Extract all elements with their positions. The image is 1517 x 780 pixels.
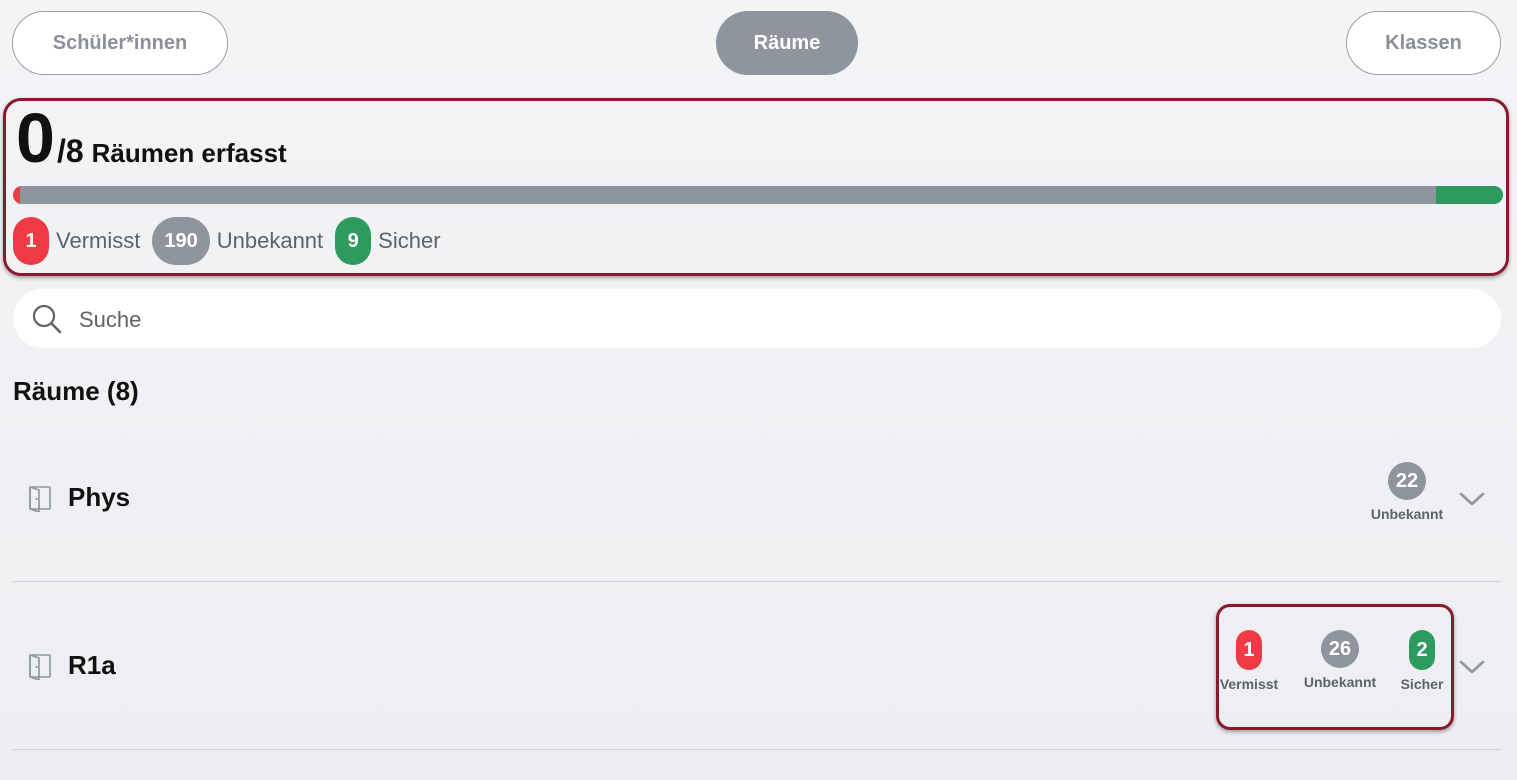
unknown-label: Unbekannt: [1303, 674, 1377, 690]
room-name: Phys: [68, 482, 131, 512]
unknown-count-badge: 22: [1388, 462, 1426, 500]
search-icon: [32, 304, 62, 334]
progress-unknown-segment: [20, 186, 1436, 204]
room-stat-safe: 2 Sicher: [1377, 630, 1467, 692]
room-stat-unknown: 22 Unbekannt: [1362, 462, 1452, 522]
rooms-captured-count: 0 /8 Räumen erfasst: [16, 103, 287, 173]
search-input[interactable]: [77, 289, 1481, 350]
chevron-down-icon[interactable]: [1457, 658, 1487, 676]
missing-count-badge: 1: [13, 217, 49, 265]
chevron-down-icon[interactable]: [1457, 490, 1487, 508]
status-legend: 1 Vermisst 190 Unbekannt 9 Sicher: [13, 217, 453, 265]
rooms-section-title: Räume (8): [13, 376, 139, 406]
view-switcher: Schüler*innen Räume Klassen: [0, 0, 1517, 90]
unknown-label: Unbekannt: [216, 228, 324, 253]
total-count: /8: [56, 133, 84, 169]
room-row-r1a[interactable]: R1a 1 Vermisst 26 Unbekannt 2 Sicher: [13, 582, 1501, 750]
unknown-label: Unbekannt: [1370, 506, 1444, 522]
safe-label: Sicher: [1400, 676, 1444, 692]
safe-label: Sicher: [378, 228, 441, 253]
tab-classes[interactable]: Klassen: [1346, 11, 1501, 75]
captured-count: 0: [16, 99, 55, 177]
tab-rooms[interactable]: Räume: [716, 11, 858, 75]
tab-students[interactable]: Schüler*innen: [12, 11, 228, 75]
search-bar[interactable]: [13, 289, 1501, 350]
door-icon: [29, 486, 51, 512]
safe-count-badge: 9: [335, 217, 372, 265]
room-row-phys[interactable]: Phys 22 Unbekannt: [13, 414, 1501, 582]
captured-label: Räumen erfasst: [91, 138, 287, 168]
unknown-count-badge: 26: [1321, 630, 1359, 668]
room-name: R1a: [68, 650, 116, 680]
status-progress-bar: [13, 186, 1503, 204]
door-icon: [29, 654, 51, 680]
room-stat-missing: 1 Vermisst: [1204, 630, 1294, 692]
missing-label: Vermisst: [56, 228, 141, 253]
summary-panel: 0 /8 Räumen erfasst 1 Vermisst 190 Unbek…: [3, 98, 1509, 276]
progress-missing-segment: [13, 186, 21, 204]
room-stat-unknown: 26 Unbekannt: [1295, 630, 1385, 690]
progress-safe-segment: [1435, 186, 1503, 204]
unknown-count-badge: 190: [152, 217, 210, 265]
missing-count-badge: 1: [1236, 630, 1262, 670]
missing-label: Vermisst: [1219, 676, 1279, 692]
safe-count-badge: 2: [1409, 630, 1435, 670]
